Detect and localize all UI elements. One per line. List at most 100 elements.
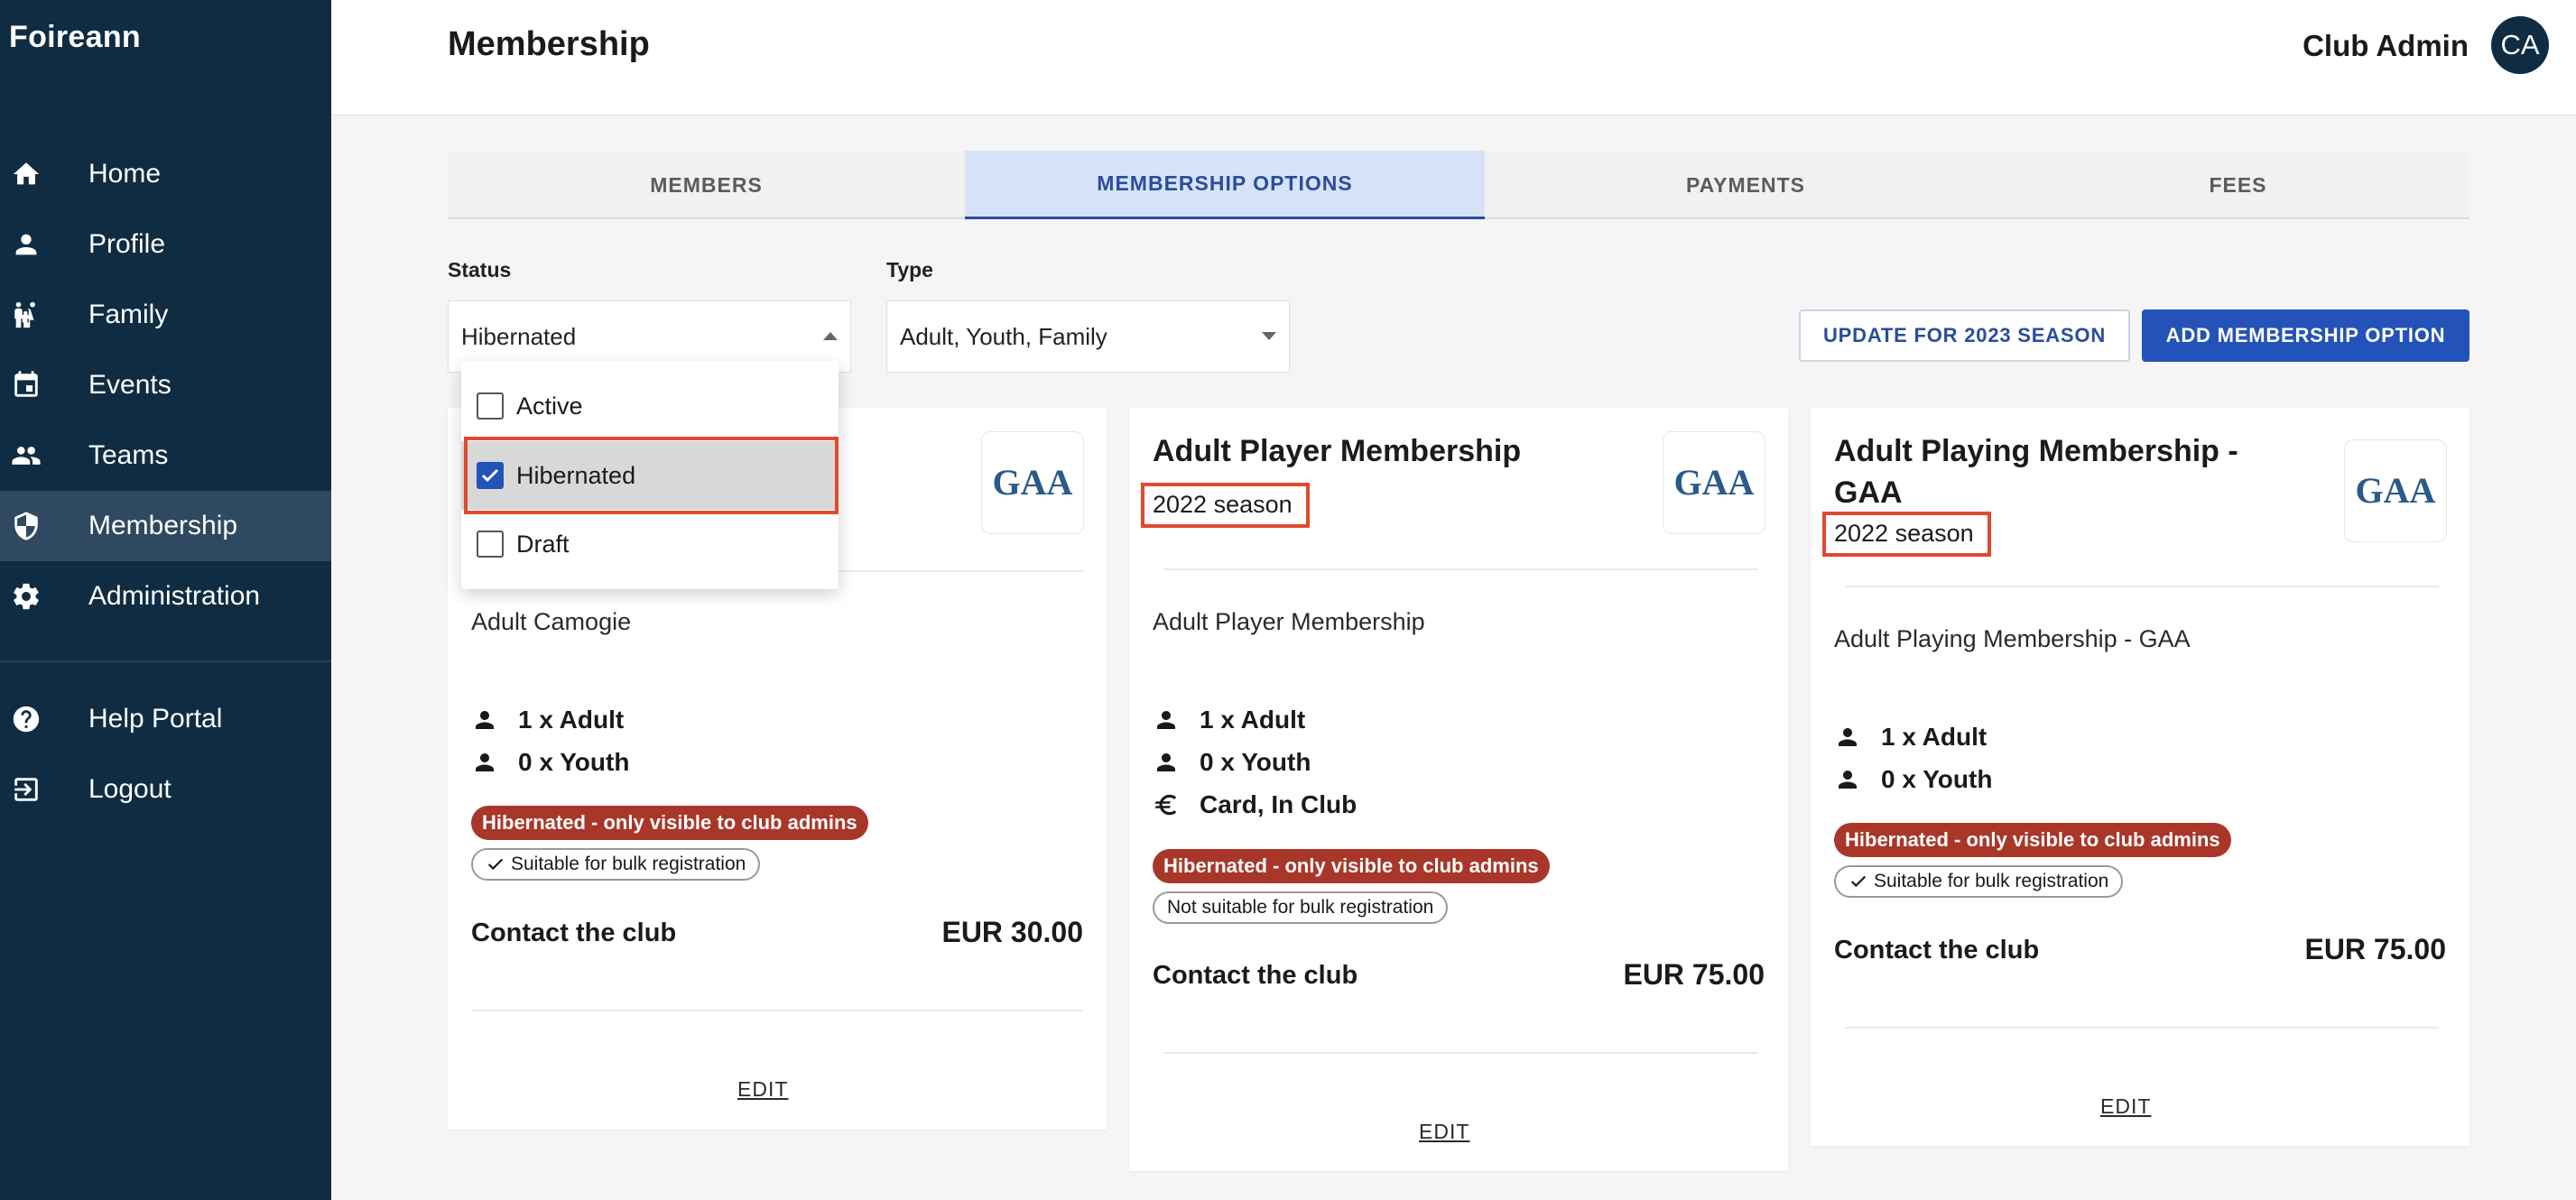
checkbox-checked-icon[interactable]: [477, 462, 504, 489]
caret-down-icon: [1262, 332, 1276, 340]
membership-card: Adult Player Membership 2022 season GAA …: [1129, 408, 1788, 1171]
bulk-registration-badge: Not suitable for bulk registration: [1153, 891, 1449, 924]
price: EUR 75.00: [1623, 958, 1765, 991]
sidebar-item-label: Home: [88, 159, 162, 189]
contact-label: Contact the club: [471, 918, 677, 947]
gaa-logo-text: GAA: [993, 462, 1073, 503]
price: EUR 75.00: [2304, 933, 2446, 965]
card-divider: [1845, 1027, 2439, 1029]
card-description: Adult Playing Membership - GAA: [1834, 625, 2191, 652]
sidebar-item-help-portal[interactable]: Help Portal: [0, 684, 331, 754]
check-icon: [1850, 875, 1867, 888]
contact-label: Contact the club: [1153, 961, 1358, 990]
status-badge: Hibernated - only visible to club admins: [1834, 823, 2231, 857]
status-option-active[interactable]: Active: [461, 372, 839, 440]
checkbox-unchecked-icon[interactable]: [477, 531, 504, 558]
count-label: 1 x Adult: [1881, 723, 1988, 751]
status-filter-label: Status: [448, 258, 512, 282]
adult-count: 1 x Adult: [471, 706, 624, 734]
tab-payments[interactable]: PAYMENTS: [1485, 151, 2006, 219]
contact-label: Contact the club: [1834, 936, 2040, 965]
card-divider: [1163, 1052, 1757, 1054]
gear-icon: [0, 581, 88, 612]
avatar[interactable]: CA: [2491, 16, 2549, 74]
option-label: Hibernated: [516, 461, 636, 489]
bulk-registration-label: Suitable for bulk registration: [511, 854, 746, 874]
sidebar-item-family[interactable]: Family: [0, 280, 331, 350]
card-title-line: GAA: [1834, 475, 1903, 510]
home-icon: [0, 159, 88, 189]
sidebar-item-label: Profile: [88, 229, 166, 259]
price: EUR 30.00: [941, 916, 1083, 948]
sidebar-item-label: Logout: [88, 774, 171, 804]
membership-card: Adult Playing Membership - GAA 2022 seas…: [1811, 408, 2469, 1146]
payment-methods: Card, In Club: [1153, 790, 1357, 819]
option-label: Draft: [516, 530, 570, 558]
sidebar-item-label: Administration: [88, 581, 261, 611]
user-name[interactable]: Club Admin: [2303, 29, 2469, 63]
sidebar-item-home[interactable]: Home: [0, 139, 331, 209]
count-label: 0 x Youth: [518, 748, 630, 776]
help-icon: [0, 704, 88, 734]
caret-up-icon: [823, 332, 838, 340]
family-icon: [0, 300, 88, 330]
card-description: Adult Camogie: [471, 608, 632, 635]
gaa-logo-text: GAA: [2356, 470, 2436, 511]
count-label: 0 x Youth: [1881, 765, 1993, 793]
shield-icon: [0, 511, 88, 541]
app-logo[interactable]: Foireann: [9, 20, 141, 55]
sidebar-item-administration[interactable]: Administration: [0, 561, 331, 632]
person-icon: [1157, 711, 1175, 729]
card-divider: [1845, 586, 2439, 587]
sidebar-item-events[interactable]: Events: [0, 350, 331, 420]
bulk-registration-badge: Suitable for bulk registration: [471, 848, 761, 881]
add-membership-option-button[interactable]: ADD MEMBERSHIP OPTION: [2142, 309, 2469, 362]
gaa-logo-icon: GAA: [2344, 439, 2447, 542]
season-highlight: [1822, 512, 1991, 557]
adult-count: 1 x Adult: [1153, 706, 1305, 734]
status-option-draft[interactable]: Draft: [461, 510, 839, 578]
logout-icon: [0, 774, 88, 805]
sidebar-item-label: Membership: [88, 511, 238, 540]
type-select[interactable]: Adult, Youth, Family: [886, 300, 1290, 373]
euro-icon: [1154, 794, 1177, 816]
sidebar-item-label: Help Portal: [88, 704, 223, 734]
status-option-hibernated[interactable]: Hibernated: [461, 441, 839, 510]
page-title: Membership: [448, 25, 650, 63]
checkbox-unchecked-icon[interactable]: [477, 392, 504, 420]
sidebar-item-label: Family: [88, 300, 169, 329]
tab-members[interactable]: MEMBERS: [448, 151, 965, 219]
option-label: Active: [516, 392, 583, 420]
tab-bar: MEMBERS MEMBERSHIP OPTIONS PAYMENTS FEES: [448, 151, 2469, 219]
tab-fees[interactable]: FEES: [2006, 151, 2469, 219]
card-divider: [471, 1010, 1083, 1011]
status-badge: Hibernated - only visible to club admins: [471, 806, 868, 840]
gaa-logo-icon: GAA: [981, 431, 1084, 534]
count-label: 0 x Youth: [1200, 748, 1311, 776]
sidebar-item-teams[interactable]: Teams: [0, 420, 331, 491]
count-label: 1 x Adult: [1200, 706, 1306, 734]
edit-link[interactable]: EDIT: [1419, 1120, 1469, 1144]
status-badge: Hibernated - only visible to club admins: [1153, 849, 1550, 883]
sidebar-divider: [0, 660, 331, 662]
edit-link[interactable]: EDIT: [737, 1077, 788, 1102]
status-select-value: Hibernated: [461, 322, 577, 350]
gaa-logo-text: GAA: [1674, 462, 1755, 503]
person-icon: [1839, 728, 1857, 746]
youth-count: 0 x Youth: [1834, 765, 1992, 794]
main-content: Membership Club Admin CA MEMBERS MEMBERS…: [331, 0, 2576, 1200]
type-select-value: Adult, Youth, Family: [900, 322, 1107, 350]
card-title: Adult Playing Membership - GAA: [1834, 430, 2238, 513]
edit-link[interactable]: EDIT: [2100, 1094, 2151, 1119]
sidebar-item-membership[interactable]: Membership: [0, 491, 331, 561]
tab-membership-options[interactable]: MEMBERSHIP OPTIONS: [965, 151, 1485, 219]
sidebar-item-profile[interactable]: Profile: [0, 209, 331, 280]
sidebar-item-label: Events: [88, 370, 171, 400]
season-highlight: [1141, 483, 1310, 528]
person-icon: [1839, 771, 1857, 789]
card-title: Adult Player Membership: [1153, 434, 1522, 468]
update-season-button[interactable]: UPDATE FOR 2023 SEASON: [1799, 309, 2130, 362]
sidebar-nav: Home Profile Family Events Teams Members…: [0, 139, 331, 825]
sidebar-item-logout[interactable]: Logout: [0, 754, 331, 825]
bulk-registration-label: Suitable for bulk registration: [1874, 871, 2109, 891]
